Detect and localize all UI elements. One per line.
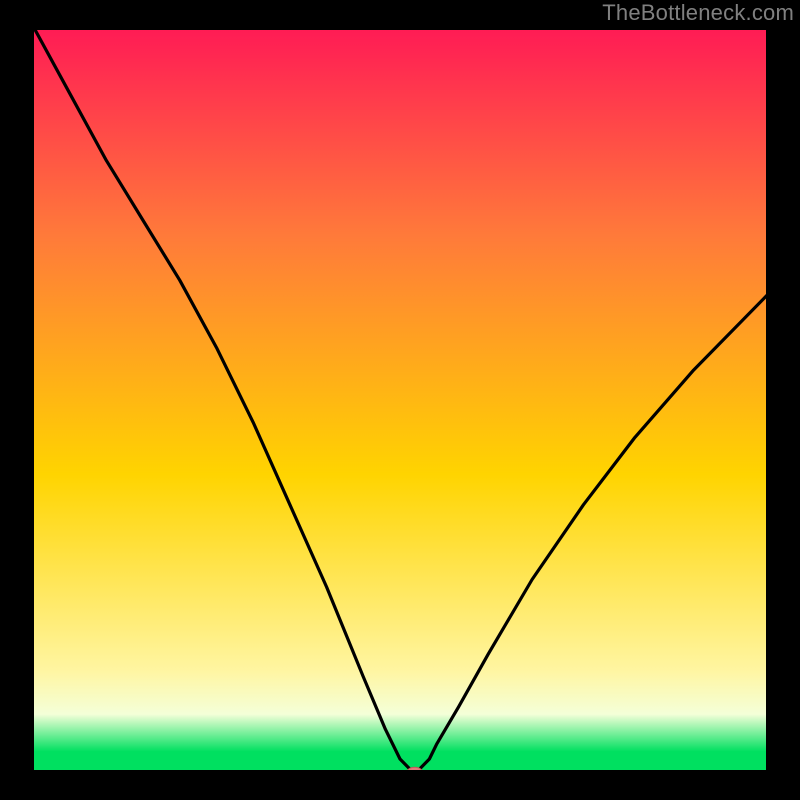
credit-label: TheBottleneck.com [602, 0, 794, 26]
chart-container: TheBottleneck.com [0, 0, 800, 800]
bottleneck-chart [0, 0, 800, 800]
gradient-background [33, 26, 767, 774]
